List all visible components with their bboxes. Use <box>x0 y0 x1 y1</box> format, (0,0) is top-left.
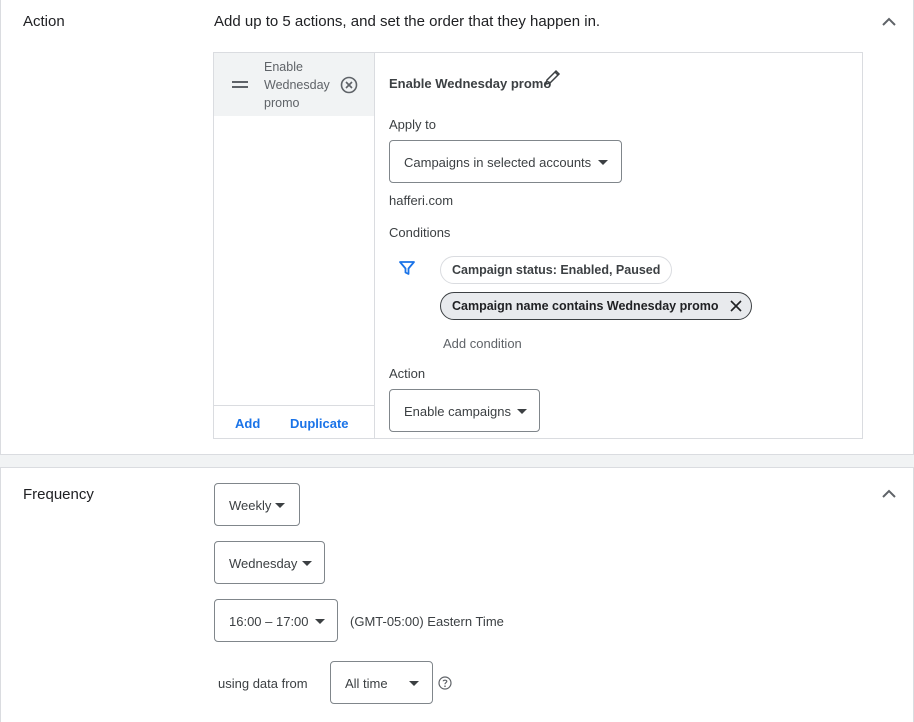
frequency-dropdown[interactable]: Weekly <box>214 483 300 526</box>
condition-chip-name[interactable]: Campaign name contains Wednesday promo <box>440 292 752 320</box>
condition-chip-label: Campaign status: Enabled, Paused <box>452 263 661 277</box>
action-list: Enable Wednesday promo Add Duplicate <box>214 53 375 438</box>
day-dropdown[interactable]: Wednesday <box>214 541 325 584</box>
help-circle-icon[interactable] <box>438 676 452 690</box>
chevron-up-icon[interactable] <box>881 488 897 498</box>
time-value: 16:00 – 17:00 <box>229 614 309 629</box>
condition-chip-status[interactable]: Campaign status: Enabled, Paused <box>440 256 673 284</box>
chevron-up-icon[interactable] <box>881 16 897 26</box>
apply-to-value: Campaigns in selected accounts <box>404 155 592 170</box>
dropdown-arrow-icon <box>315 619 325 624</box>
action-value: Enable campaigns <box>404 404 511 419</box>
dropdown-arrow-icon <box>409 681 419 686</box>
action-dropdown[interactable]: Enable campaigns <box>389 389 540 432</box>
filter-icon <box>399 261 415 275</box>
dropdown-arrow-icon <box>598 160 608 165</box>
condition-chip-label: Campaign name contains Wednesday promo <box>452 299 719 313</box>
action-item-label: Enable Wednesday promo <box>264 60 330 110</box>
dropdown-arrow-icon <box>275 503 285 508</box>
cancel-circle-icon[interactable] <box>340 76 358 94</box>
action-detail-title: Enable Wednesday promo <box>389 76 552 91</box>
duplicate-action-button[interactable]: Duplicate <box>290 416 349 431</box>
dropdown-arrow-icon <box>517 409 527 414</box>
add-action-button[interactable]: Add <box>235 416 260 431</box>
account-name: hafferi.com <box>389 193 454 208</box>
time-dropdown[interactable]: 16:00 – 17:00 <box>214 599 338 642</box>
timezone-label: (GMT-05:00) Eastern Time <box>350 614 504 629</box>
action-editor: Enable Wednesday promo Add Duplicate Ena… <box>213 52 863 439</box>
conditions-label: Conditions <box>389 225 451 240</box>
action-detail: Enable Wednesday promo Apply to Campaign… <box>376 53 862 438</box>
action-description: Add up to 5 actions, and set the order t… <box>214 13 601 30</box>
dropdown-arrow-icon <box>302 561 312 566</box>
frequency-card: Frequency Weekly Wednesday 16:00 – 17:00… <box>0 467 914 722</box>
action-list-item[interactable]: Enable Wednesday promo <box>214 53 374 116</box>
using-data-label: using data from <box>218 676 308 691</box>
data-range-value: All time <box>345 676 388 691</box>
action-list-footer: Add Duplicate <box>214 405 374 438</box>
apply-to-dropdown[interactable]: Campaigns in selected accounts <box>389 140 622 183</box>
add-condition-button[interactable]: Add condition <box>443 336 522 351</box>
data-range-dropdown[interactable]: All time <box>330 661 433 704</box>
apply-to-label: Apply to <box>389 117 436 132</box>
frequency-section-title: Frequency <box>23 486 94 503</box>
action-section-title: Action <box>23 13 65 30</box>
frequency-value: Weekly <box>229 498 272 513</box>
close-icon[interactable] <box>729 299 743 313</box>
action-card: Action Add up to 5 actions, and set the … <box>0 0 914 455</box>
day-value: Wednesday <box>229 556 298 571</box>
action-label: Action <box>389 366 426 381</box>
pencil-icon[interactable] <box>544 68 562 86</box>
drag-handle-icon[interactable] <box>232 81 248 89</box>
